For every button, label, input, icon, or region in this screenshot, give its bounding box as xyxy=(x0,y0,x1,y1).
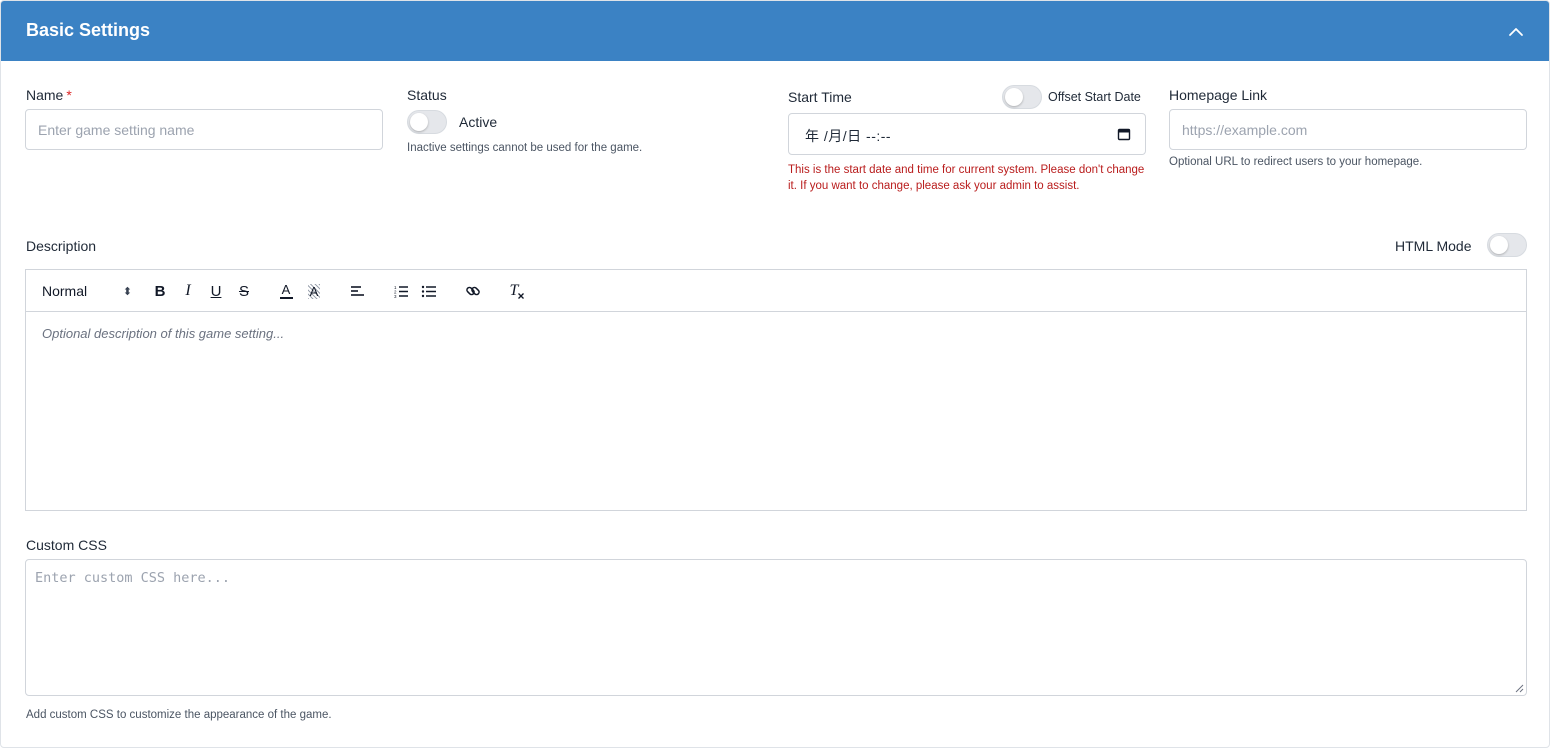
html-mode-toggle[interactable] xyxy=(1487,233,1527,257)
custom-css-help-text: Add custom CSS to customize the appearan… xyxy=(26,709,332,721)
offset-start-date-label: Offset Start Date xyxy=(1048,90,1141,104)
panel-header[interactable]: Basic Settings xyxy=(1,1,1549,61)
text-color-button[interactable]: A xyxy=(278,280,294,302)
format-select[interactable]: Normal ⬍ xyxy=(42,280,132,302)
select-chevron-icon: ⬍ xyxy=(122,285,132,298)
ordered-list-icon: 1 2 3 xyxy=(394,285,408,298)
ordered-list-button[interactable]: 1 2 3 xyxy=(392,280,410,302)
toggle-knob xyxy=(410,113,428,131)
link-button[interactable] xyxy=(464,280,482,302)
align-left-icon xyxy=(351,286,364,296)
clear-format-icon: T xyxy=(509,282,519,299)
strikethrough-button[interactable]: S xyxy=(236,280,252,302)
bullet-list-button[interactable] xyxy=(420,280,438,302)
background-color-icon: A xyxy=(307,283,321,299)
calendar-icon[interactable] xyxy=(1117,127,1131,141)
homepage-link-placeholder: https://example.com xyxy=(1182,122,1308,138)
align-button[interactable] xyxy=(348,280,366,302)
description-label: Description xyxy=(26,238,97,254)
status-toggle[interactable] xyxy=(407,110,447,134)
bold-button[interactable]: B xyxy=(152,280,168,302)
color-bar xyxy=(279,297,293,299)
homepage-link-input[interactable]: https://example.com xyxy=(1169,109,1527,150)
name-input[interactable]: Enter game setting name xyxy=(25,109,383,150)
name-input-placeholder: Enter game setting name xyxy=(38,122,195,138)
underline-icon: U xyxy=(210,282,222,300)
start-time-input[interactable]: 年 /月/日 --:-- xyxy=(788,113,1146,155)
italic-button[interactable]: I xyxy=(180,280,196,302)
resize-handle-icon[interactable] xyxy=(1514,683,1524,693)
status-toggle-label: Active xyxy=(459,114,498,130)
basic-settings-panel: Basic Settings Name * Enter game setting … xyxy=(0,0,1550,748)
bullet-list-icon xyxy=(421,285,436,298)
name-label-text: Name xyxy=(26,87,64,103)
bold-icon: B xyxy=(154,282,166,300)
description-placeholder: Optional description of this game settin… xyxy=(42,326,285,341)
collapse-button[interactable] xyxy=(1502,18,1530,46)
required-mark: * xyxy=(66,87,72,103)
name-label: Name * xyxy=(26,87,72,103)
clear-format-button[interactable]: T xyxy=(508,280,526,302)
start-time-warning: This is the start date and time for curr… xyxy=(788,164,1145,192)
offset-start-date-toggle[interactable] xyxy=(1002,85,1042,109)
html-mode-label: HTML Mode xyxy=(1395,238,1472,254)
panel-title: Basic Settings xyxy=(26,20,151,40)
italic-icon: I xyxy=(185,282,191,299)
link-icon xyxy=(466,286,480,296)
custom-css-label: Custom CSS xyxy=(26,537,107,553)
description-editor[interactable]: Optional description of this game settin… xyxy=(25,312,1527,511)
start-time-label: Start Time xyxy=(788,89,852,105)
chevron-up-icon xyxy=(1509,28,1523,36)
status-label: Status xyxy=(407,87,447,103)
toggle-knob xyxy=(1005,88,1023,106)
text-color-icon: A xyxy=(281,282,291,297)
status-help-text: Inactive settings cannot be used for the… xyxy=(407,142,643,154)
custom-css-textarea[interactable]: Enter custom CSS here... xyxy=(25,559,1527,696)
svg-text:3: 3 xyxy=(394,294,397,298)
homepage-help-text: Optional URL to redirect users to your h… xyxy=(1169,156,1423,168)
editor-toolbar: Normal ⬍ B I U S A A 1 2 3 T xyxy=(25,269,1527,312)
homepage-link-label: Homepage Link xyxy=(1169,87,1268,103)
clear-x-icon xyxy=(518,293,525,299)
start-time-value: 年 /月/日 --:-- xyxy=(805,128,892,144)
custom-css-placeholder: Enter custom CSS here... xyxy=(35,570,231,586)
underline-button[interactable]: U xyxy=(208,280,224,302)
toggle-knob xyxy=(1490,236,1508,254)
background-color-button[interactable]: A xyxy=(306,280,322,302)
format-select-value: Normal xyxy=(42,283,88,299)
strikethrough-icon: S xyxy=(238,282,249,300)
